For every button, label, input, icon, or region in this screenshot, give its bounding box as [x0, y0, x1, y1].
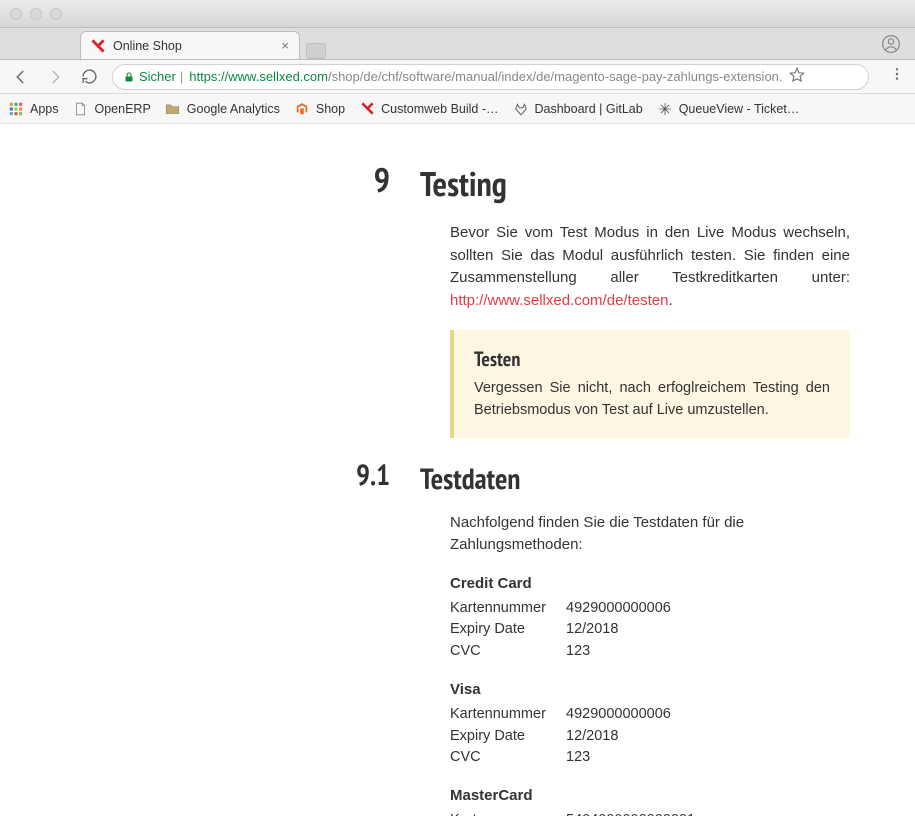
test-data-value: 12/2018: [566, 619, 618, 641]
section-intro: Bevor Sie vom Test Modus in den Live Mod…: [450, 222, 850, 312]
test-data-value: 4929000000006: [566, 598, 671, 620]
test-data-label: Expiry Date: [450, 726, 566, 748]
address-bar: Sicher | https://www.sellxed.com/shop/de…: [0, 60, 915, 94]
bookmark-label: Customweb Build -…: [381, 102, 498, 116]
bookmark-google-analytics[interactable]: Google Analytics: [165, 101, 280, 117]
test-data-row: Kartennummer4929000000006: [450, 598, 850, 620]
test-data-group: MasterCardKartennummer5404000000000001Ex…: [450, 787, 850, 816]
close-icon[interactable]: ×: [281, 38, 289, 53]
profile-icon[interactable]: [881, 34, 901, 59]
window-minimize[interactable]: [30, 8, 42, 20]
section-title: Testing: [420, 162, 855, 206]
page-content[interactable]: 9 Testing Bevor Sie vom Test Modus in de…: [0, 124, 915, 816]
folder-icon: [165, 101, 181, 117]
subsection-intro: Nachfolgend finden Sie die Testdaten für…: [450, 512, 850, 557]
browser-tab[interactable]: Online Shop ×: [80, 31, 300, 59]
callout-body: Vergessen Sie nicht, nach erfoglreichem …: [474, 378, 830, 422]
gitlab-icon: [513, 101, 529, 117]
test-data-value: 12/2018: [566, 726, 618, 748]
bookmark-label: OpenERP: [95, 102, 151, 116]
test-data-label: Kartennummer: [450, 704, 566, 726]
tab-title: Online Shop: [113, 39, 182, 53]
lock-icon: [123, 70, 135, 84]
bookmark-customweb[interactable]: Customweb Build -…: [359, 101, 498, 117]
window-titlebar: [0, 0, 915, 28]
tab-strip: Online Shop ×: [0, 28, 915, 60]
bookmark-gitlab[interactable]: Dashboard | GitLab: [513, 101, 643, 117]
subsection-number: 9.1: [350, 460, 420, 512]
bookmark-openerp[interactable]: OpenERP: [73, 101, 151, 117]
test-data-label: CVC: [450, 747, 566, 769]
bookmark-label: Google Analytics: [187, 102, 280, 116]
callout-box: Testen Vergessen Sie nicht, nach erfoglr…: [450, 330, 850, 438]
x-logo-icon: [359, 101, 375, 117]
section-number: 9: [350, 162, 420, 222]
callout-title: Testen: [474, 346, 830, 372]
bookmark-star-icon[interactable]: [789, 67, 805, 86]
apps-icon: [8, 101, 24, 117]
test-data-row: Kartennummer5404000000000001: [450, 810, 850, 816]
test-data-label: Expiry Date: [450, 619, 566, 641]
secure-label: Sicher: [139, 69, 176, 84]
test-data-value: 4929000000006: [566, 704, 671, 726]
bookmark-label: Dashboard | GitLab: [535, 102, 643, 116]
test-data-row: CVC123: [450, 641, 850, 663]
test-data-row: Kartennummer4929000000006: [450, 704, 850, 726]
window-zoom[interactable]: [50, 8, 62, 20]
test-data-row: Expiry Date12/2018: [450, 726, 850, 748]
x-logo-icon: [91, 39, 105, 53]
test-data-value: 123: [566, 747, 590, 769]
bookmark-queueview[interactable]: QueueView - Ticket…: [657, 101, 800, 117]
test-data-value: 123: [566, 641, 590, 663]
test-data-row: CVC123: [450, 747, 850, 769]
kebab-menu-icon[interactable]: [889, 66, 905, 87]
bookmark-label: QueueView - Ticket…: [679, 102, 800, 116]
test-group-title: MasterCard: [450, 787, 850, 804]
test-link[interactable]: http://www.sellxed.com/de/testen: [450, 292, 668, 309]
test-data-label: Kartennummer: [450, 598, 566, 620]
test-data-label: Kartennummer: [450, 810, 566, 816]
bookmark-label: Apps: [30, 102, 59, 116]
test-data-row: Expiry Date12/2018: [450, 619, 850, 641]
test-data-group: Visa Kartennummer4929000000006Expiry Date…: [450, 681, 850, 769]
page-icon: [73, 101, 89, 117]
back-button[interactable]: [10, 66, 32, 88]
bookmark-shop[interactable]: Shop: [294, 101, 345, 117]
reload-button[interactable]: [78, 66, 100, 88]
test-data-label: CVC: [450, 641, 566, 663]
test-group-title: Visa: [450, 681, 850, 698]
url-path: /shop/de/chf/software/manual/index/de/ma…: [328, 69, 783, 84]
subsection-title: Testdaten: [420, 460, 855, 498]
url-host: https://www.sellxed.com: [189, 69, 328, 84]
test-group-title: Credit Card: [450, 575, 850, 592]
star-icon: [657, 101, 673, 117]
bookmarks-bar: Apps OpenERP Google Analytics Shop Custo…: [0, 94, 915, 124]
url-field[interactable]: Sicher | https://www.sellxed.com/shop/de…: [112, 64, 869, 90]
test-data-group: Credit Card Kartennummer4929000000006Expi…: [450, 575, 850, 663]
forward-button[interactable]: [44, 66, 66, 88]
window-close[interactable]: [10, 8, 22, 20]
bookmark-apps[interactable]: Apps: [8, 101, 59, 117]
new-tab-button[interactable]: [306, 43, 326, 59]
test-data-value: 5404000000000001: [566, 810, 695, 816]
magento-icon: [294, 101, 310, 117]
bookmark-label: Shop: [316, 102, 345, 116]
